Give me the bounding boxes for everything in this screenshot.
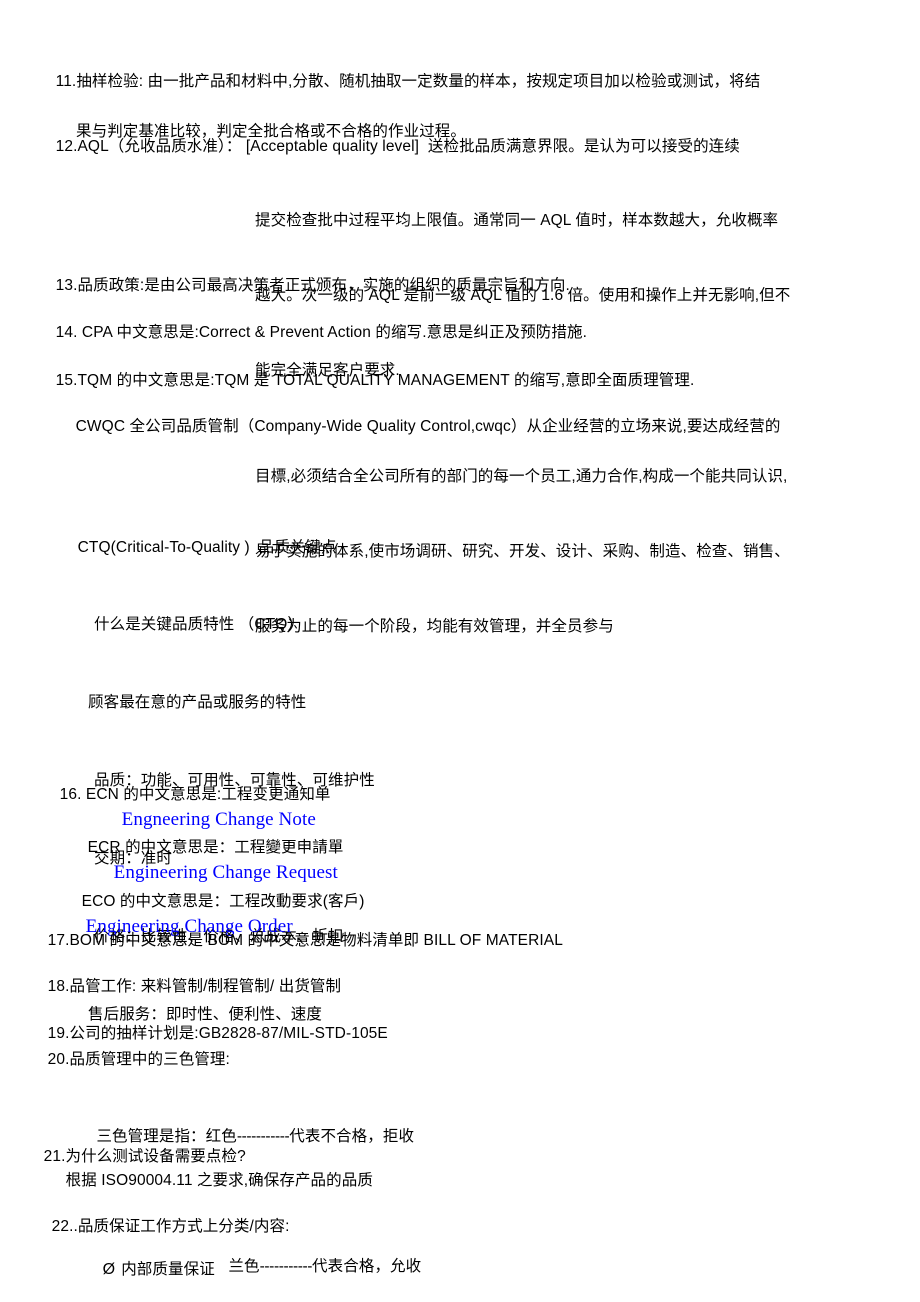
entry-22-bullet-internal-qa: Ø 内部质量保证	[85, 1232, 215, 1302]
entry-12-cont-line-1: 提交检查批中过程平均上限值。通常同一 AQL 值时，样本数越大，允收概率	[255, 212, 779, 229]
ctq-list-item: 什么是关键品质特性 （CTQ）	[94, 616, 304, 633]
document-page: 11.抽样检验: 由一批产品和材料中,分散、随机抽取一定数量的样本，按规定项目加…	[0, 0, 920, 1302]
entry-18-text: 18.品管工作: 来料管制/制程管制/ 出货管制	[47, 978, 342, 995]
cwqc-line-1: CWQC 全公司品质管制（Company-Wide Quality Contro…	[75, 418, 781, 435]
wingding-arrow-bullet-icon: Ø	[102, 1261, 116, 1278]
entry-15-text: 15.TQM 的中文意思是:TQM 是 TOTAL QUALITY MANAGE…	[55, 372, 695, 389]
cwqc-line-2: 目標,必须结合全公司所有的部门的每一个员工,通力合作,构成一个能共同认识,	[255, 468, 788, 485]
entry-16-ecr-chinese: ECR 的中文意思是：工程變更申請單	[87, 839, 344, 856]
ctq-heading-text: CTQ(Critical-To-Quality ) 品质关键点	[77, 539, 337, 556]
entry-14-text: 14. CPA 中文意思是:Correct & Prevent Action 的…	[55, 324, 588, 341]
entry-21-answer-text: 根据 ISO90004.11 之要求,确保存产品的品质	[65, 1172, 373, 1189]
entry-17-text: 17.BOM 的中文意思是 BOM 的中文意思是物料清单即 BILL OF MA…	[47, 932, 563, 949]
entry-12-line-1: 12.AQL（允收品质水准）： [Acceptable quality leve…	[55, 138, 740, 155]
entry-16-ecn-chinese: 16. ECN 的中文意思是:工程变更通知单	[59, 786, 331, 803]
entry-13-text: 13.品质政策:是由公司最高决策者正式颁布，实施的组织的质量宗旨和方向.	[55, 277, 570, 294]
ctq-list-item: 顾客最在意的产品或服务的特性	[88, 694, 307, 711]
entry-22-bullet-text: 内部质量保证	[121, 1261, 215, 1278]
three-color-blue-suffix: 代表合格，允收	[312, 1258, 422, 1275]
entry-11-line-1: 11.抽样检验: 由一批产品和材料中,分散、随机抽取一定数量的样本，按规定项目加…	[55, 73, 761, 90]
